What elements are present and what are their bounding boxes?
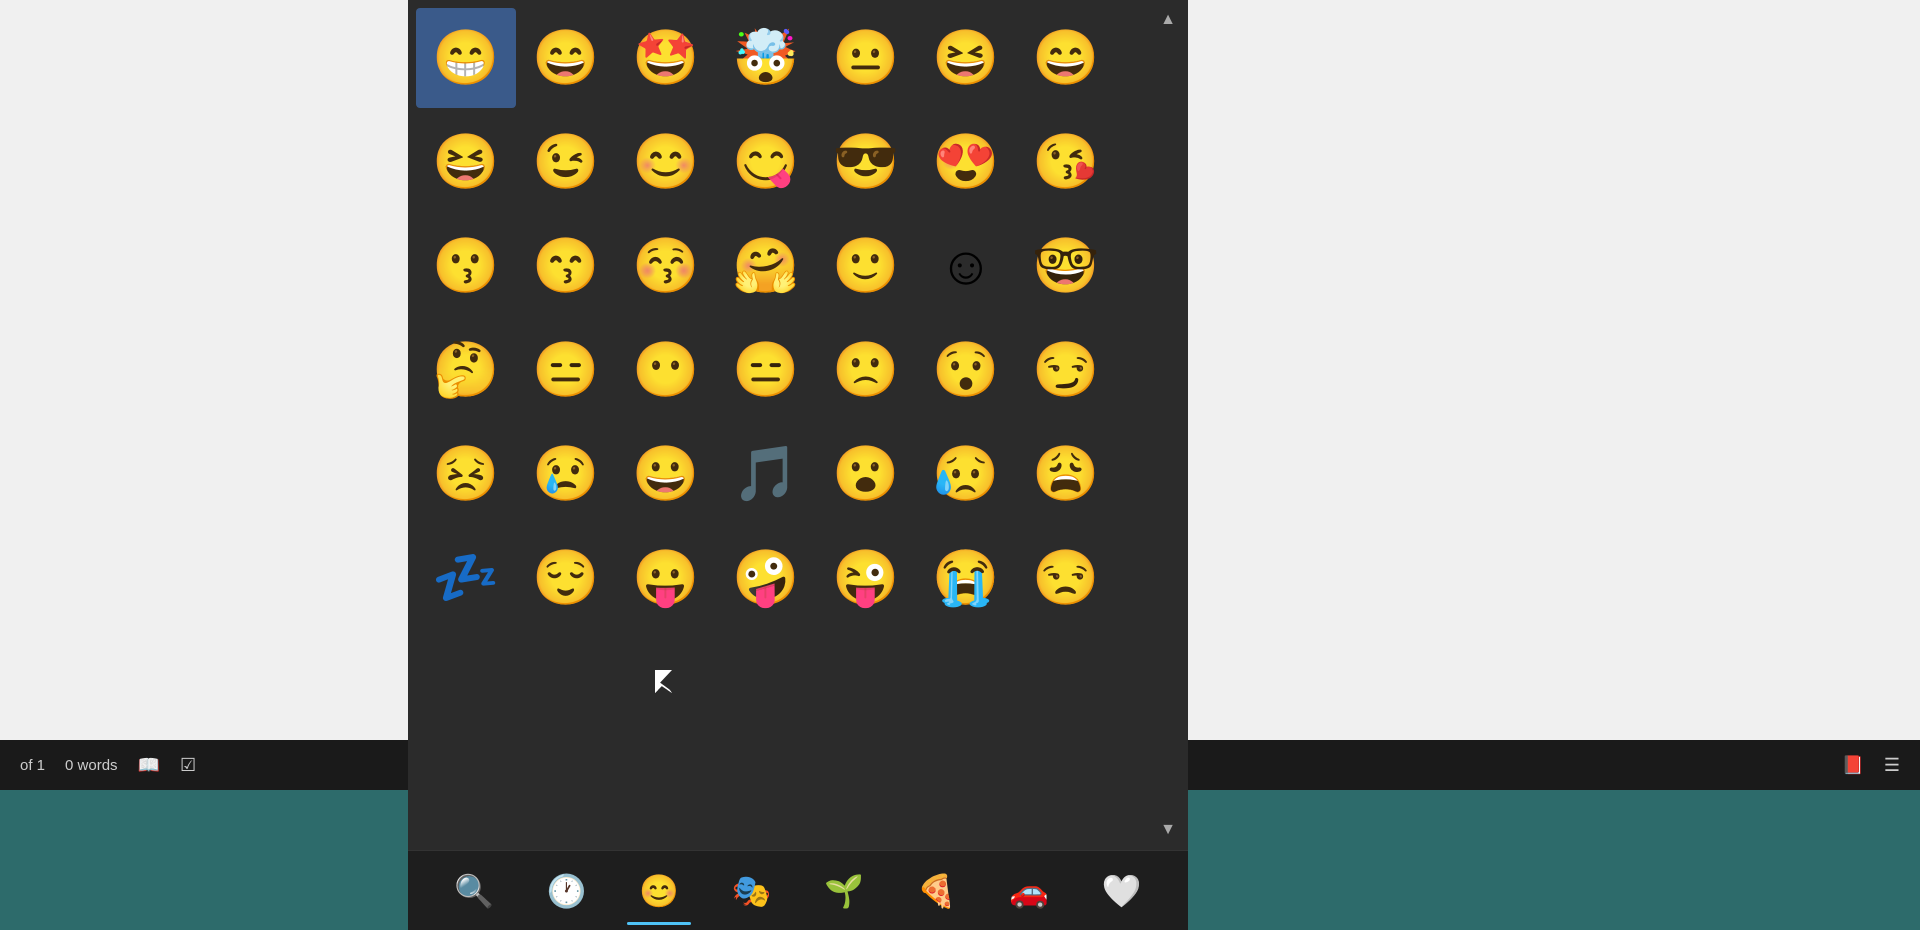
emoji-cell-4-6[interactable]: 😩 xyxy=(1016,424,1116,524)
emoji-cell-3-4[interactable]: 🙁 xyxy=(816,320,916,420)
emoji-cell-4-1[interactable]: 😢 xyxy=(516,424,616,524)
emoji-cell-0-0[interactable]: 😁 xyxy=(416,8,516,108)
emoji-row-5: 💤 😌 😛 🤪 😜 😭 😒 xyxy=(416,528,1180,628)
emoji-cell-5-6[interactable]: 😒 xyxy=(1016,528,1116,628)
emoji-cell-2-0[interactable]: 😗 xyxy=(416,216,516,316)
emoji-cell-3-5[interactable]: 😯 xyxy=(916,320,1016,420)
emoji-cell-0-5[interactable]: 😆 xyxy=(916,8,1016,108)
emoji-row-2: 😗 😙 😚 🤗 🙂 ☺ 🤓 xyxy=(416,216,1180,316)
emoji-cell-0-6[interactable]: 😄 xyxy=(1016,8,1116,108)
emoji-cell-3-6[interactable]: 😏 xyxy=(1016,320,1116,420)
emoji-cell-2-5[interactable]: ☺ xyxy=(916,216,1016,316)
emoji-grid-container: 😁 😄 🤩 🤯 😐 😆 😄 😆 😉 😊 😋 😎 😍 😘 😗 😙 😚 🤗 🙂 xyxy=(408,0,1188,850)
category-people[interactable]: 🎭 xyxy=(712,861,792,921)
status-right-icons: 📕 ☰ xyxy=(1841,755,1900,776)
heart-icon: 🤍 xyxy=(1102,872,1142,910)
emoji-cell-4-0[interactable]: 😣 xyxy=(416,424,516,524)
emoji-cell-1-6[interactable]: 😘 xyxy=(1016,112,1116,212)
category-travel[interactable]: 🚗 xyxy=(989,861,1069,921)
people-icon: 🎭 xyxy=(732,872,772,910)
category-heart[interactable]: 🤍 xyxy=(1082,861,1162,921)
travel-icon: 🚗 xyxy=(1009,872,1049,910)
emoji-cell-4-5[interactable]: 😥 xyxy=(916,424,1016,524)
emoji-cell-5-4[interactable]: 😜 xyxy=(816,528,916,628)
emoji-cell-1-5[interactable]: 😍 xyxy=(916,112,1016,212)
clock-icon: 🕐 xyxy=(547,872,587,910)
emoji-cell-3-0[interactable]: 🤔 xyxy=(416,320,516,420)
emoji-cell-4-2[interactable]: 😀 xyxy=(616,424,716,524)
emoji-cell-0-4[interactable]: 😐 xyxy=(816,8,916,108)
category-search[interactable]: 🔍 xyxy=(434,861,514,921)
emoji-cell-2-1[interactable]: 😙 xyxy=(516,216,616,316)
emoji-row-0: 😁 😄 🤩 🤯 😐 😆 😄 xyxy=(416,8,1180,108)
category-food[interactable]: 🍕 xyxy=(897,861,977,921)
check-icon: ☑ xyxy=(180,755,196,776)
book-open-icon: 📕 xyxy=(1841,755,1863,776)
category-nature[interactable]: 🌱 xyxy=(804,861,884,921)
emoji-cell-1-3[interactable]: 😋 xyxy=(716,112,816,212)
nature-icon: 🌱 xyxy=(824,872,864,910)
emoji-row-3: 🤔 😑 😶 😑 🙁 😯 😏 xyxy=(416,320,1180,420)
scroll-up-button[interactable]: ▲ xyxy=(1148,0,1188,40)
emoji-cell-1-0[interactable]: 😆 xyxy=(416,112,516,212)
category-bar: 🔍 🕐 😊 🎭 🌱 🍕 🚗 🤍 xyxy=(408,850,1188,930)
scroll-down-button[interactable]: ▼ xyxy=(1148,810,1188,850)
search-icon: 🔍 xyxy=(454,872,494,910)
book-icon: 📖 xyxy=(138,755,160,776)
smiley-icon: 😊 xyxy=(639,872,679,910)
food-icon: 🍕 xyxy=(917,872,957,910)
emoji-cell-0-2[interactable]: 🤩 xyxy=(616,8,716,108)
emoji-row-1: 😆 😉 😊 😋 😎 😍 😘 xyxy=(416,112,1180,212)
emoji-cell-3-2[interactable]: 😶 xyxy=(616,320,716,420)
page-info: of 1 xyxy=(20,757,45,774)
emoji-cell-1-4[interactable]: 😎 xyxy=(816,112,916,212)
emoji-cell-3-3[interactable]: 😑 xyxy=(716,320,816,420)
word-count: 0 words xyxy=(65,757,118,774)
emoji-cell-2-3[interactable]: 🤗 xyxy=(716,216,816,316)
emoji-cell-2-4[interactable]: 🙂 xyxy=(816,216,916,316)
emoji-cell-2-6[interactable]: 🤓 xyxy=(1016,216,1116,316)
emoji-cell-0-3[interactable]: 🤯 xyxy=(716,8,816,108)
lines-icon: ☰ xyxy=(1884,755,1900,776)
category-smiley[interactable]: 😊 xyxy=(619,861,699,921)
emoji-cell-0-1[interactable]: 😄 xyxy=(516,8,616,108)
emoji-cell-3-1[interactable]: 😑 xyxy=(516,320,616,420)
emoji-cell-5-3[interactable]: 🤪 xyxy=(716,528,816,628)
emoji-cell-5-5[interactable]: 😭 xyxy=(916,528,1016,628)
category-recent[interactable]: 🕐 xyxy=(527,861,607,921)
emoji-picker-panel: ▲ 😁 😄 🤩 🤯 😐 😆 😄 😆 😉 😊 😋 😎 😍 😘 😗 😙 xyxy=(408,0,1188,930)
emoji-cell-2-2[interactable]: 😚 xyxy=(616,216,716,316)
emoji-cell-1-1[interactable]: 😉 xyxy=(516,112,616,212)
emoji-row-4: 😣 😢 😀 🎵 😮 😥 😩 xyxy=(416,424,1180,524)
emoji-cell-5-2[interactable]: 😛 xyxy=(616,528,716,628)
emoji-cell-4-4[interactable]: 😮 xyxy=(816,424,916,524)
emoji-cell-5-1[interactable]: 😌 xyxy=(516,528,616,628)
emoji-cell-1-2[interactable]: 😊 xyxy=(616,112,716,212)
emoji-cell-5-0[interactable]: 💤 xyxy=(416,528,516,628)
emoji-cell-4-3[interactable]: 🎵 xyxy=(716,424,816,524)
